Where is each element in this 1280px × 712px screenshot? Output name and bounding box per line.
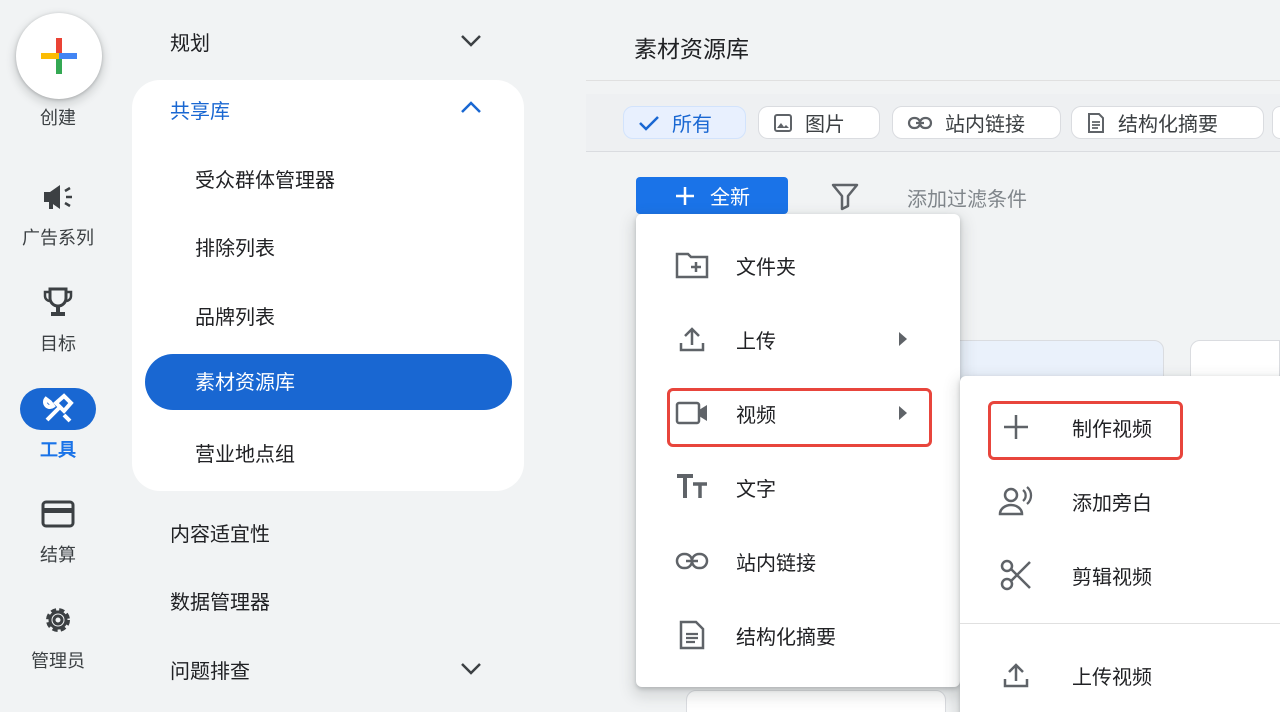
credit-card-icon[interactable] bbox=[0, 500, 116, 528]
add-filter[interactable]: 添加过滤条件 bbox=[907, 183, 1027, 212]
menu-item-folder[interactable]: 文件夹 bbox=[636, 228, 960, 302]
plus-icon bbox=[676, 186, 694, 205]
chip-structured-snippets[interactable]: 结构化摘要 bbox=[1071, 106, 1264, 139]
rail-item-campaigns[interactable]: 广告系列 bbox=[0, 224, 116, 250]
submenu-item-label: 剪辑视频 bbox=[1072, 564, 1152, 589]
chip-label: 图片 bbox=[805, 112, 845, 136]
menu-item-sitelink[interactable]: 站内链接 bbox=[636, 524, 960, 598]
header-divider bbox=[586, 80, 1280, 81]
menu-item-label: 结构化摘要 bbox=[736, 624, 836, 649]
chevron-up-icon[interactable] bbox=[459, 99, 483, 115]
nav-exclusion-lists[interactable]: 排除列表 bbox=[195, 232, 275, 261]
trophy-icon[interactable] bbox=[0, 286, 116, 320]
check-icon bbox=[639, 115, 659, 131]
caret-right-icon bbox=[899, 332, 907, 346]
menu-item-structured-snippet[interactable]: 结构化摘要 bbox=[636, 598, 960, 672]
menu-item-text[interactable]: 文字 bbox=[636, 450, 960, 524]
scissors-icon bbox=[1000, 559, 1031, 591]
menu-item-label: 站内链接 bbox=[736, 550, 816, 575]
nav-content-suitability[interactable]: 内容适宜性 bbox=[170, 518, 270, 547]
shared-library-group bbox=[132, 80, 524, 491]
rail-item-billing[interactable]: 结算 bbox=[0, 541, 116, 567]
tools-icon[interactable] bbox=[20, 388, 96, 430]
new-button[interactable]: 全新 bbox=[636, 177, 788, 214]
menu-item-label: 文字 bbox=[736, 476, 776, 501]
submenu-item-label: 添加旁白 bbox=[1072, 490, 1152, 515]
link-icon bbox=[907, 116, 933, 129]
chevron-down-icon[interactable] bbox=[459, 660, 483, 676]
document-icon bbox=[1088, 112, 1104, 133]
create-label: 创建 bbox=[40, 108, 76, 129]
image-icon bbox=[774, 113, 792, 132]
filter-icon[interactable] bbox=[830, 181, 860, 211]
new-folder-icon bbox=[675, 252, 709, 279]
nav-shared-library[interactable]: 共享库 bbox=[170, 95, 230, 124]
submenu-divider bbox=[960, 623, 1280, 624]
chevron-down-icon[interactable] bbox=[459, 32, 483, 48]
highlight-box bbox=[988, 401, 1183, 460]
menu-item-upload[interactable]: 上传 bbox=[636, 302, 960, 376]
document-icon bbox=[679, 620, 705, 650]
new-menu: 文件夹 上传 视频 文字 站内链接 结构化摘要 bbox=[636, 214, 960, 687]
chip-overflow[interactable] bbox=[1272, 106, 1280, 139]
rail-item-admin[interactable]: 管理员 bbox=[0, 647, 116, 673]
gear-icon[interactable] bbox=[0, 603, 116, 637]
chip-sitelinks[interactable]: 站内链接 bbox=[892, 106, 1061, 139]
nav-troubleshooting[interactable]: 问题排查 bbox=[170, 655, 250, 684]
text-size-icon bbox=[677, 474, 707, 498]
submenu-item-trim-video[interactable]: 剪辑视频 bbox=[960, 538, 1280, 612]
rail-item-tools[interactable]: 工具 bbox=[0, 436, 116, 462]
submenu-item-upload-video[interactable]: 上传视频 bbox=[960, 638, 1280, 712]
chip-label: 结构化摘要 bbox=[1118, 112, 1218, 136]
chip-images[interactable]: 图片 bbox=[758, 106, 880, 139]
chip-label: 站内链接 bbox=[945, 112, 1025, 136]
submenu-item-add-voiceover[interactable]: 添加旁白 bbox=[960, 464, 1280, 538]
rail-item-goals[interactable]: 目标 bbox=[0, 330, 116, 356]
submenu-item-label: 上传视频 bbox=[1072, 664, 1152, 689]
nav-audience-manager[interactable]: 受众群体管理器 bbox=[195, 164, 335, 193]
menu-item-label: 上传 bbox=[736, 328, 776, 353]
new-button-label: 全新 bbox=[710, 185, 750, 209]
megaphone-icon[interactable] bbox=[0, 182, 116, 212]
nav-data-manager[interactable]: 数据管理器 bbox=[170, 586, 270, 615]
nav-asset-library[interactable]: 素材资源库 bbox=[145, 354, 512, 410]
nav-brand-lists[interactable]: 品牌列表 bbox=[195, 301, 275, 330]
asset-card[interactable] bbox=[686, 690, 946, 712]
upload-icon bbox=[679, 327, 705, 352]
voice-over-icon bbox=[998, 486, 1033, 516]
highlight-box bbox=[667, 388, 932, 447]
link-icon bbox=[675, 552, 709, 570]
nav-planning[interactable]: 规划 bbox=[170, 27, 210, 56]
nav-location-groups[interactable]: 营业地点组 bbox=[195, 438, 295, 467]
chip-label: 所有 bbox=[672, 112, 712, 136]
chip-all[interactable]: 所有 bbox=[623, 106, 746, 139]
page-title: 素材资源库 bbox=[634, 37, 749, 63]
plus-color-icon bbox=[41, 38, 77, 74]
menu-item-label: 文件夹 bbox=[736, 254, 796, 279]
upload-icon bbox=[1003, 663, 1029, 688]
create-button[interactable] bbox=[16, 13, 102, 99]
